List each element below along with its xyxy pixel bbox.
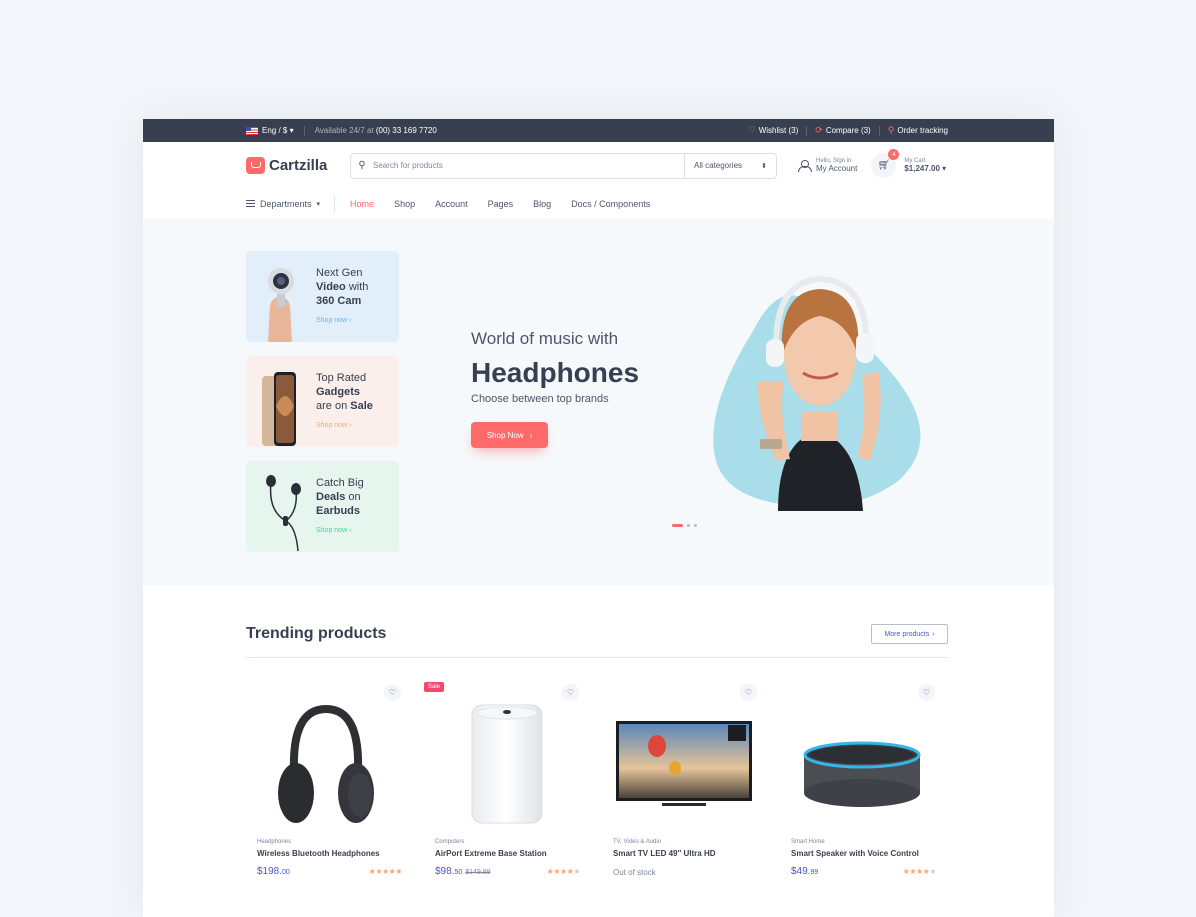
carousel-pagination <box>672 524 697 527</box>
search-icon: ⚲ <box>358 160 366 171</box>
more-products-button[interactable]: More products › <box>871 624 948 644</box>
carousel-dot-2[interactable] <box>687 524 690 527</box>
rating-stars: ★★★★★ <box>902 867 937 876</box>
order-tracking-link[interactable]: ⚲ Order tracking <box>888 125 948 136</box>
nav-blog[interactable]: Blog <box>533 199 551 209</box>
shop-now-link[interactable]: Shop now › <box>316 524 364 538</box>
trending-title: Trending products <box>246 625 387 642</box>
page-frame: Eng / $ ▾ Available 24/7 at (00) 33 169 … <box>143 119 1054 917</box>
shop-now-link[interactable]: Shop now › <box>316 419 373 433</box>
nav-shop[interactable]: Shop <box>394 199 415 209</box>
cart-button[interactable]: 🛒︎ 4 <box>871 149 900 178</box>
smart-tv-image <box>602 701 762 831</box>
promo-card-360-cam[interactable]: Next Gen Video with 360 Cam Shop now › <box>246 251 399 342</box>
promo-card-earbuds[interactable]: Catch Big Deals on Earbuds Shop now › <box>246 461 399 552</box>
product-price: $49.99 <box>791 866 819 877</box>
us-flag-icon <box>246 126 258 135</box>
nav-pages[interactable]: Pages <box>488 199 514 209</box>
language-currency-toggle[interactable]: Eng / $ ▾ <box>246 126 294 135</box>
chevron-right-icon: › <box>529 430 533 440</box>
compare-icon: ⟳ <box>815 125 823 135</box>
sale-badge: Sale <box>424 682 445 692</box>
chevron-down-icon: ▾ <box>316 200 321 208</box>
account-link[interactable]: Hello, Sign in My Account <box>798 158 857 173</box>
divider <box>878 125 880 136</box>
location-pin-icon: ⚲ <box>887 125 895 135</box>
nav-home[interactable]: Home <box>350 199 374 209</box>
top-bar: Eng / $ ▾ Available 24/7 at (00) 33 169 … <box>143 119 1054 142</box>
wishlist-link[interactable]: ♡ Wishlist (3) <box>748 125 799 136</box>
wishlist-heart-icon[interactable]: ♡ <box>562 684 579 701</box>
phone-link[interactable]: (00) 33 169 7720 <box>376 126 437 135</box>
product-card[interactable]: ♡ TV, Video & Audio Smart TV LED 49'' Ul… <box>602 679 762 889</box>
main-nav: Departments ▾ Home Shop Account Pages Bl… <box>143 189 1054 218</box>
select-arrows-icon: ⬍ <box>761 162 767 170</box>
product-name-link[interactable]: Wireless Bluetooth Headphones <box>257 849 380 858</box>
rating-stars: ★★★★★ <box>546 867 581 876</box>
user-icon <box>798 159 812 172</box>
search-bar: ⚲ All categories ⬍ <box>350 152 777 179</box>
compare-link[interactable]: ⟳ Compare (3) <box>815 125 870 136</box>
carousel-dot-1[interactable] <box>672 524 683 527</box>
rating-stars: ★★★★★ <box>368 867 403 876</box>
chevron-right-icon: › <box>932 630 935 638</box>
promo-card-gadgets[interactable]: Top Rated Gadgets are on Sale Shop now › <box>246 356 399 447</box>
wishlist-heart-icon[interactable]: ♡ <box>384 684 401 701</box>
product-price: $198.00 <box>257 866 290 877</box>
trending-header: Trending products More products › <box>246 622 948 658</box>
360-camera-image <box>246 251 316 342</box>
header: Cartzilla ⚲ All categories ⬍ Hello, Sign… <box>143 142 1054 189</box>
cart-logo-icon <box>246 157 265 174</box>
availability-text: Available 24/7 at (00) 33 169 7720 <box>314 126 437 135</box>
hero-title: Headphones <box>471 357 640 388</box>
wishlist-heart-icon[interactable]: ♡ <box>740 684 757 701</box>
divider <box>806 125 808 136</box>
carousel-dot-3[interactable] <box>694 524 697 527</box>
earbuds-image <box>246 461 316 552</box>
headphones-image <box>246 701 406 831</box>
stock-status: Out of stock <box>613 868 656 877</box>
cart-total: $1,247.00 <box>904 164 940 173</box>
hero-section: Next Gen Video with 360 Cam Shop now › T… <box>143 219 1054 585</box>
cart-icon: 🛒︎ <box>877 160 891 171</box>
heart-icon: ♡ <box>747 125 756 135</box>
product-name-link[interactable]: Smart TV LED 49'' Ultra HD <box>613 849 716 858</box>
menu-icon <box>246 200 255 207</box>
wishlist-heart-icon[interactable]: ♡ <box>918 684 935 701</box>
nav-account[interactable]: Account <box>435 199 468 209</box>
search-input[interactable] <box>373 161 684 170</box>
product-name-link[interactable]: Smart Speaker with Voice Control <box>791 849 919 858</box>
product-card[interactable]: Sale ♡ Computers AirPort Extreme Base St… <box>424 679 584 889</box>
airport-router-image <box>424 701 584 831</box>
cart-link[interactable]: 🛒︎ 4 My Cart $1,247.00 ▾ <box>871 149 946 178</box>
nav-docs[interactable]: Docs / Components <box>571 199 650 209</box>
divider <box>303 125 305 136</box>
hero-shop-now-button[interactable]: Shop Now › <box>471 422 548 448</box>
smartphone-image <box>246 356 316 447</box>
product-card[interactable]: ♡ Headphones Wireless Bluetooth Headphon… <box>246 679 406 889</box>
shop-now-link[interactable]: Shop now › <box>316 314 368 328</box>
product-card[interactable]: ♡ Smart Home Smart Speaker with Voice Co… <box>780 679 940 889</box>
departments-menu[interactable]: Departments ▾ <box>246 194 336 213</box>
hero-heading: World of music with Headphones Choose be… <box>471 329 640 405</box>
hero-woman-headphones-image <box>698 261 943 511</box>
smart-speaker-image <box>780 701 940 831</box>
product-name-link[interactable]: AirPort Extreme Base Station <box>435 849 547 858</box>
logo[interactable]: Cartzilla <box>246 157 350 174</box>
category-select[interactable]: All categories ⬍ <box>684 153 776 178</box>
product-price: $98.50 $149.99 <box>435 866 491 877</box>
cart-count-badge: 4 <box>888 149 900 160</box>
